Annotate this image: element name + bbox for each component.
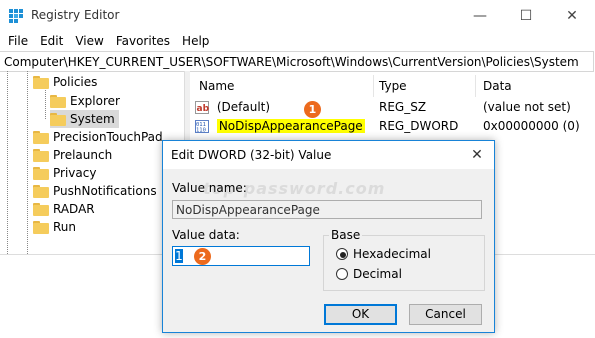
dialog-title: Edit DWORD (32-bit) Value [171,148,332,162]
close-button[interactable]: ✕ [549,0,595,31]
tree-item-label: Privacy [53,166,97,180]
tree-item-label: PushNotifications [53,184,157,198]
value-data-input[interactable]: 1 [172,246,310,266]
column-header-data[interactable]: Data [483,75,512,97]
tree-item-privacy[interactable]: Privacy [33,164,96,182]
tree-item-label: System [70,112,115,126]
folder-icon [33,130,49,144]
folder-icon [50,112,66,126]
cancel-button[interactable]: Cancel [409,304,482,325]
radio-label: Hexadecimal [353,247,431,261]
address-bar[interactable]: Computer\HKEY_CURRENT_USER\SOFTWARE\Micr… [0,51,594,72]
tree-item-precisiontouchpad[interactable]: PrecisionTouchPad [33,128,163,146]
menu-favorites[interactable]: Favorites [110,34,176,48]
base-groupbox [323,235,485,291]
folder-icon [33,202,49,216]
radio-label: Decimal [353,267,402,281]
registry-editor-icon [9,9,23,23]
radio-button-checked[interactable] [336,248,348,260]
menu-edit[interactable]: Edit [34,34,69,48]
tree-item-pushnotifications[interactable]: PushNotifications [33,182,157,200]
folder-icon [33,220,49,234]
tree-item-system[interactable]: System [50,110,119,128]
tree-item-label: Prelaunch [53,148,113,162]
menu-file[interactable]: File [0,34,34,48]
minimize-button[interactable]: — [457,0,503,31]
value-type: REG_DWORD [379,119,459,133]
folder-icon [33,148,49,162]
tree-item-policies[interactable]: Policies [33,73,97,91]
edit-dword-dialog: Edit DWORD (32-bit) Value ✕ top-password… [162,140,495,333]
folder-icon [33,184,49,198]
svg-text:110: 110 [196,128,206,134]
svg-text:ab: ab [197,104,210,114]
column-header-name[interactable]: Name [199,75,234,97]
window-title: Registry Editor [31,8,120,22]
tree-item-run[interactable]: Run [33,218,76,236]
title-bar: Registry Editor — ☐ ✕ [0,0,595,31]
radio-hexadecimal[interactable]: Hexadecimal [336,247,431,261]
tree-item-label: Run [53,220,77,234]
radio-decimal[interactable]: Decimal [336,267,402,281]
base-label: Base [329,228,363,242]
folder-icon [33,75,49,89]
value-data: 0x00000000 (0) [483,119,580,133]
column-header-type[interactable]: Type [379,75,407,97]
folder-icon [33,166,49,180]
tree-item-label: Policies [53,75,98,89]
string-value-icon: ab [195,101,209,114]
value-data-label: Value data: [172,228,240,242]
tree-item-label: RADAR [53,202,95,216]
tree-item-label: Explorer [70,94,120,108]
tree-item-label: PrecisionTouchPad [53,130,163,144]
value-data-text: 1 [175,249,183,263]
step-badge-2: 2 [194,248,211,265]
menu-view[interactable]: View [69,34,109,48]
menu-bar: File Edit View Favorites Help [0,31,595,51]
address-path[interactable]: Computer\HKEY_CURRENT_USER\SOFTWARE\Micr… [4,55,579,69]
value-name-label: Value name: [172,181,247,195]
value-type: REG_SZ [379,100,427,114]
menu-help[interactable]: Help [176,34,215,48]
dialog-title-bar: Edit DWORD (32-bit) Value ✕ [163,141,494,169]
radio-button[interactable] [336,268,348,280]
value-row-default[interactable]: ab (Default) [195,98,270,116]
ok-button[interactable]: OK [324,304,397,325]
dialog-close-button[interactable]: ✕ [466,145,488,165]
folder-icon [50,94,66,108]
step-badge-1: 1 [304,101,321,118]
value-name: (Default) [216,100,271,114]
tree-item-explorer[interactable]: Explorer [50,92,120,110]
tree-item-prelaunch[interactable]: Prelaunch [33,146,112,164]
tree-item-radar[interactable]: RADAR [33,200,95,218]
value-data: (value not set) [483,100,571,114]
key-tree: Policies Explorer System PrecisionTouchP… [0,71,184,255]
value-name-field[interactable]: NoDispAppearancePage [172,200,482,219]
value-row-nodispappearancepage[interactable]: 011 110 NoDispAppearancePage [195,117,365,135]
value-name-highlighted: NoDispAppearancePage [216,119,365,133]
maximize-button[interactable]: ☐ [503,0,549,31]
dword-value-icon: 011 110 [195,120,209,133]
